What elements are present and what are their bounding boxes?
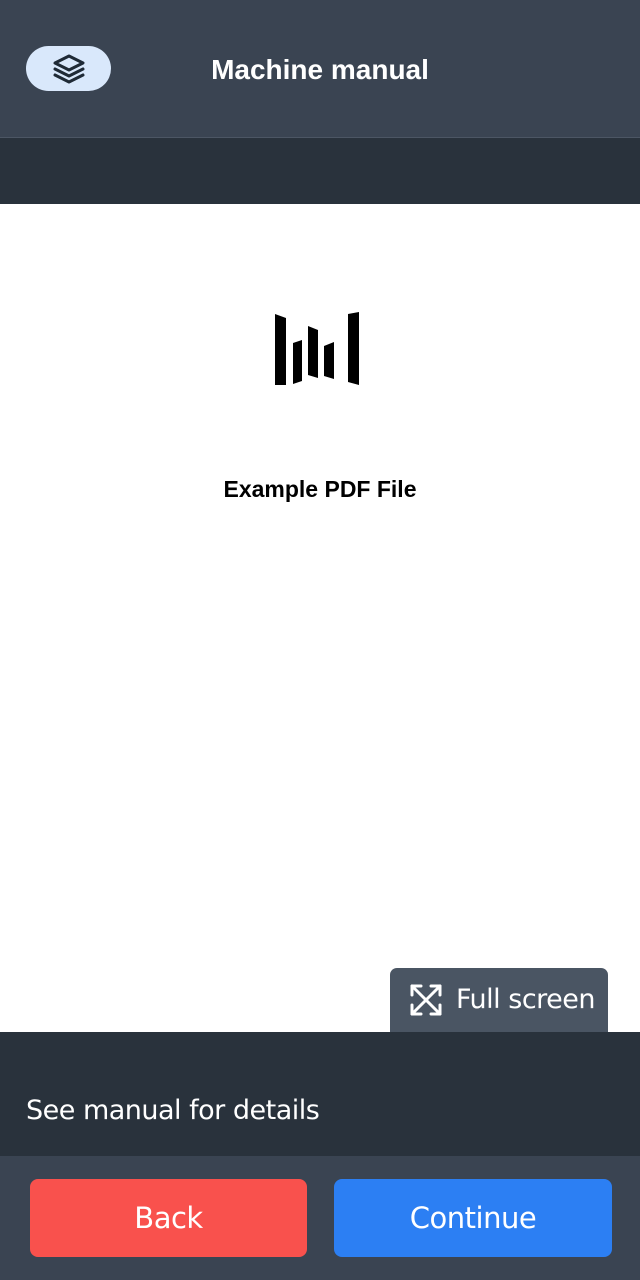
fullscreen-button[interactable]: Full screen: [390, 968, 608, 1032]
back-button[interactable]: Back: [30, 1179, 307, 1257]
pdf-document-title: Example PDF File: [223, 476, 417, 502]
info-bar: See manual for details: [0, 1032, 640, 1156]
app-header: Machine manual: [0, 0, 640, 138]
toolbar-bar: [0, 138, 640, 204]
app-screen: Machine manual Example PDF File Full scr…: [0, 0, 640, 1280]
continue-button[interactable]: Continue: [334, 1179, 612, 1257]
pdf-logo-icon: [275, 312, 359, 385]
expand-arrows-icon: [410, 984, 442, 1016]
footer-bar: Back Continue: [0, 1156, 640, 1280]
info-text: See manual for details: [26, 1095, 320, 1126]
fullscreen-label: Full screen: [456, 984, 596, 1015]
page-title: Machine manual: [211, 54, 429, 85]
pdf-viewer[interactable]: Example PDF File: [0, 204, 640, 1032]
